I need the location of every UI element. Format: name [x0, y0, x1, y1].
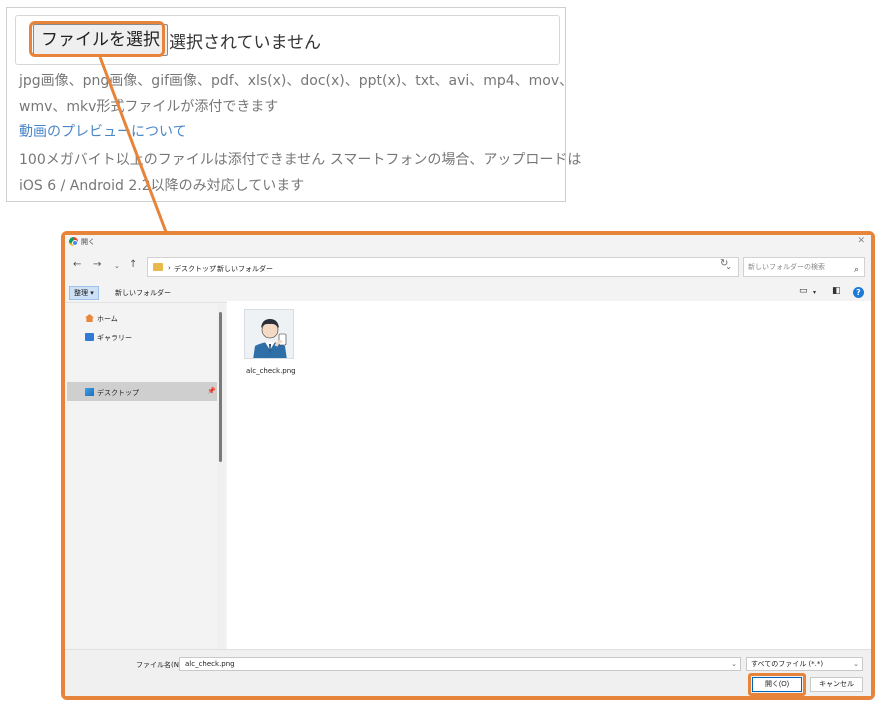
filetype-value: すべてのファイル (*.*): [751, 660, 824, 668]
cancel-button[interactable]: キャンセル: [810, 677, 863, 692]
nav-item-desktop[interactable]: デスクトップ: [85, 388, 139, 398]
breadcrumb-separator: ›: [168, 264, 171, 272]
folder-icon: [153, 263, 163, 271]
nav-item-gallery[interactable]: ギャラリー: [85, 333, 132, 343]
size-limit-text-1: 100メガバイト以上のファイルは添付できません スマートフォンの場合、アップロー…: [19, 152, 582, 168]
nav-scrollbar-thumb[interactable]: [219, 312, 222, 462]
view-dropdown-icon[interactable]: ▾: [813, 289, 816, 296]
no-file-selected-text: 選択されていません: [169, 33, 321, 53]
filename-label: ファイル名(N):: [136, 661, 185, 669]
home-icon: [85, 314, 94, 322]
breadcrumb-new-folder[interactable]: 新しいフォルダー: [217, 264, 273, 274]
new-folder-button[interactable]: 新しいフォルダー: [115, 288, 171, 298]
navigation-pane: ホーム ギャラリー デスクトップ 📌: [65, 304, 225, 649]
help-icon[interactable]: ?: [853, 287, 864, 298]
address-bar-row: ← → ⌄ ↑ › デスクトップ › 新しいフォルダー ⌄ ↻ 新しいフォルダー…: [65, 253, 871, 281]
gallery-icon: [85, 333, 94, 341]
dialog-toolbar: 整理 ▾ 新しいフォルダー ▭ ▾ ◧ ?: [65, 283, 871, 303]
pin-icon[interactable]: 📌: [207, 387, 216, 395]
address-bar[interactable]: › デスクトップ › 新しいフォルダー ⌄: [147, 257, 739, 277]
video-preview-link[interactable]: 動画のプレビューについて: [19, 121, 187, 141]
search-placeholder: 新しいフォルダーの検索: [748, 263, 825, 271]
filetype-select[interactable]: すべてのファイル (*.*) ⌄: [746, 657, 863, 671]
recent-chevron-icon[interactable]: ⌄: [114, 262, 120, 270]
filename-value: alc_check.png: [185, 660, 235, 668]
file-open-dialog: 開く ✕ ← → ⌄ ↑ › デスクトップ › 新しいフォルダー ⌄ ↻ 新しい…: [65, 235, 871, 696]
refresh-icon[interactable]: ↻: [720, 258, 728, 269]
view-options-icon[interactable]: ▭: [799, 286, 808, 296]
dialog-bottom-bar: ファイル名(N): alc_check.png ⌄ すべてのファイル (*.*)…: [65, 649, 871, 696]
forward-arrow-icon[interactable]: →: [93, 259, 101, 270]
close-icon[interactable]: ✕: [857, 236, 865, 246]
up-arrow-icon[interactable]: ↑: [129, 259, 137, 270]
choose-file-button[interactable]: ファイルを選択: [33, 24, 168, 56]
organize-button[interactable]: 整理 ▾: [69, 286, 99, 300]
preview-pane-icon[interactable]: ◧: [832, 286, 841, 296]
back-arrow-icon[interactable]: ←: [73, 259, 81, 270]
filetype-dropdown-icon[interactable]: ⌄: [853, 658, 859, 670]
formats-text-2: wmv、mkv形式ファイルが添付できます: [19, 99, 279, 115]
search-input[interactable]: 新しいフォルダーの検索 ⌕: [743, 257, 865, 277]
desktop-icon: [85, 388, 94, 396]
size-limit-text-2: iOS 6 / Android 2.2以降のみ対応しています: [19, 178, 305, 194]
breadcrumb-separator: ›: [210, 264, 213, 272]
image-file-icon[interactable]: [244, 309, 294, 359]
filename-dropdown-icon[interactable]: ⌄: [731, 658, 737, 670]
dialog-titlebar: 開く ✕: [65, 235, 871, 249]
nav-item-home[interactable]: ホーム: [85, 314, 118, 324]
chrome-icon: [69, 237, 78, 246]
filename-input[interactable]: alc_check.png ⌄: [179, 657, 741, 671]
search-icon: ⌕: [853, 265, 859, 275]
open-button-highlight: [748, 673, 806, 696]
dialog-title: 開く: [81, 238, 95, 246]
file-name-label[interactable]: alc_check.png: [246, 367, 296, 375]
screenshot-stage: jpg画像、png画像、gif画像、pdf、xls(x)、doc(x)、ppt(…: [0, 0, 885, 712]
file-list-pane: alc_check.png: [227, 301, 871, 649]
formats-text-1: jpg画像、png画像、gif画像、pdf、xls(x)、doc(x)、ppt(…: [19, 73, 574, 89]
